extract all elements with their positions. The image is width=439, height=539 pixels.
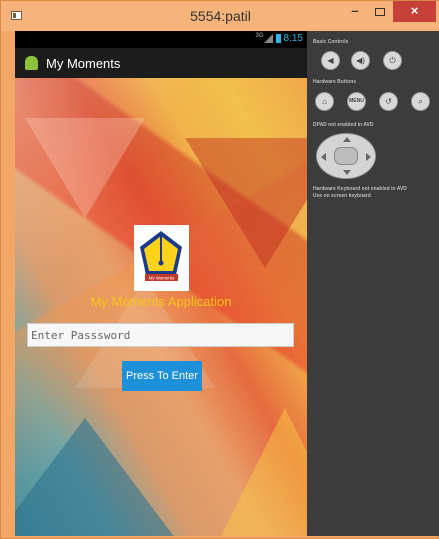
power-icon: ⏻	[389, 56, 396, 65]
enter-button[interactable]: Press To Enter	[122, 361, 202, 391]
hardware-buttons-title: Hardware Buttons	[313, 79, 357, 85]
minimize-button[interactable]: –	[344, 1, 366, 22]
search-button[interactable]: ⌕	[411, 92, 430, 111]
back-button[interactable]: ↺	[379, 92, 398, 111]
logo-emblem-icon: My Moments	[140, 231, 182, 281]
power-button[interactable]: ⏻	[383, 51, 402, 70]
dpad-left-icon	[321, 153, 326, 161]
background-facet	[215, 408, 307, 536]
status-icons: 3G 8:15	[256, 33, 303, 44]
background-facet	[25, 118, 145, 218]
search-icon: ⌕	[418, 97, 423, 106]
device-screen: 3G 8:15 My Moments My Moments My Moments…	[15, 31, 307, 536]
signal-icon	[263, 33, 273, 43]
volume-up-icon: ◀)	[356, 56, 365, 65]
background-facet	[15, 418, 175, 536]
title-bar[interactable]: 5554:patil – ×	[1, 1, 439, 31]
keyboard-status: Hardware Keyboard not enabled in AVD	[313, 186, 407, 192]
menu-button[interactable]: MENU	[347, 92, 366, 111]
emulator-controls-panel: Basic Controls ◀ ◀) ⏻ Hardware Buttons ⌂…	[307, 31, 439, 536]
battery-icon	[275, 33, 281, 43]
dpad-up-icon	[343, 137, 351, 142]
maximize-button[interactable]	[369, 1, 391, 22]
status-bar: 3G 8:15	[15, 31, 307, 48]
volume-down-button[interactable]: ◀	[321, 51, 340, 70]
keyboard-hint: Use on screen keyboard	[313, 193, 371, 199]
home-button[interactable]: ⌂	[315, 92, 334, 111]
dpad[interactable]	[316, 133, 376, 179]
basic-controls-title: Basic Controls	[313, 39, 349, 45]
app-heading: My Moments Application	[90, 294, 232, 309]
password-input[interactable]	[27, 323, 294, 347]
app-logo: My Moments	[134, 225, 189, 291]
home-icon: ⌂	[322, 97, 327, 106]
volume-down-icon: ◀	[327, 56, 334, 65]
dpad-center-button[interactable]	[334, 147, 358, 165]
action-bar: My Moments	[15, 48, 307, 78]
network-type: 3G	[255, 33, 264, 39]
background-facet	[185, 138, 307, 268]
volume-up-button[interactable]: ◀)	[351, 51, 370, 70]
app-content: My Moments My Moments Application Press …	[15, 78, 307, 536]
android-icon	[25, 56, 38, 70]
dpad-down-icon	[343, 170, 351, 175]
app-title: My Moments	[46, 56, 121, 71]
logo-text: My Moments	[149, 276, 176, 281]
maximize-icon	[375, 7, 385, 16]
back-icon: ↺	[385, 97, 392, 106]
dpad-status: DPAD not enabled in AVD	[313, 122, 374, 128]
dpad-right-icon	[366, 153, 371, 161]
emulator-window: 5554:patil – × 3G 8:15 My Moments My Mom…	[0, 0, 439, 539]
clock: 8:15	[283, 33, 303, 44]
close-button[interactable]: ×	[393, 1, 436, 22]
